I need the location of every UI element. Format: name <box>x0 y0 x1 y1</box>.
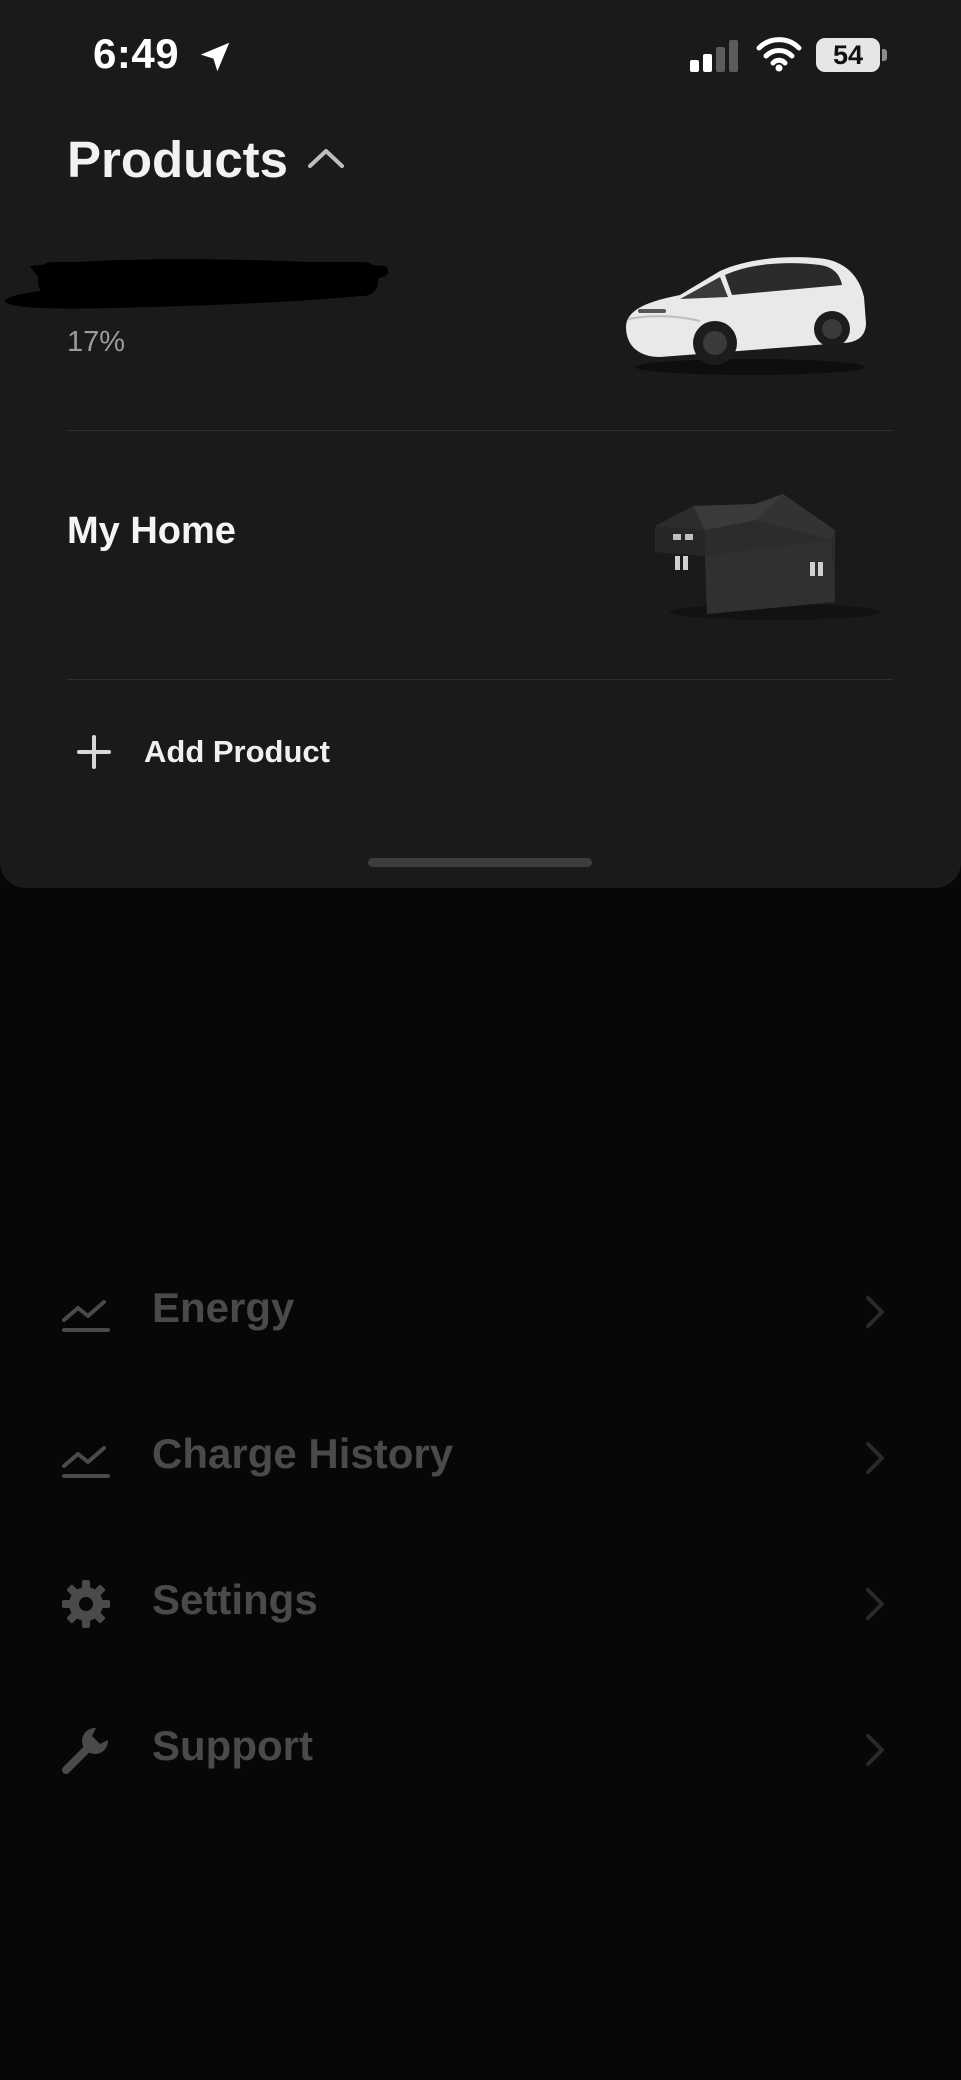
chart-line-icon <box>62 1446 110 1478</box>
menu-item-charge-history[interactable]: Charge History <box>0 1406 961 1506</box>
redacted-vehicle-name <box>4 259 389 309</box>
status-time: 6:49 <box>93 30 180 77</box>
location-arrow-icon <box>200 42 230 72</box>
house-image <box>655 494 880 620</box>
home-label: My Home <box>67 510 236 552</box>
products-sheet: 6:49 54 Products 17% My Home Add Product <box>0 0 961 888</box>
divider <box>67 679 893 680</box>
gear-icon <box>62 1580 110 1628</box>
add-product-label: Add Product <box>144 734 330 769</box>
battery-level: 54 <box>816 38 880 72</box>
chevron-right-icon <box>866 1734 884 1766</box>
sheet-drag-handle[interactable] <box>368 858 592 867</box>
products-header[interactable]: Products <box>67 128 344 192</box>
add-product-button[interactable]: Add Product <box>67 725 467 781</box>
menu-item-support[interactable]: Support <box>0 1698 961 1798</box>
vehicle-charge-percent: 17% <box>67 326 126 358</box>
menu-label-charge-history: Charge History <box>152 1430 454 1477</box>
chevron-right-icon <box>866 1442 884 1474</box>
plus-icon <box>77 735 111 769</box>
status-bar: 6:49 54 <box>0 0 961 110</box>
menu-item-settings[interactable]: Settings <box>0 1552 961 1652</box>
page-title: Products <box>67 131 289 188</box>
divider <box>67 430 893 431</box>
chart-line-icon <box>62 1300 110 1332</box>
menu-item-energy[interactable]: Energy <box>0 1260 961 1360</box>
chevron-right-icon <box>866 1296 884 1328</box>
battery-icon: 54 <box>816 38 888 74</box>
wifi-icon <box>756 37 802 72</box>
menu-label-support: Support <box>152 1722 313 1769</box>
cellular-signal-icon <box>690 40 738 72</box>
chevron-right-icon <box>866 1588 884 1620</box>
menu-label-settings: Settings <box>152 1576 318 1623</box>
menu-label-energy: Energy <box>152 1284 295 1331</box>
wrench-icon <box>62 1728 108 1774</box>
chevron-up-icon <box>308 149 344 168</box>
white-suv-image <box>626 257 866 375</box>
